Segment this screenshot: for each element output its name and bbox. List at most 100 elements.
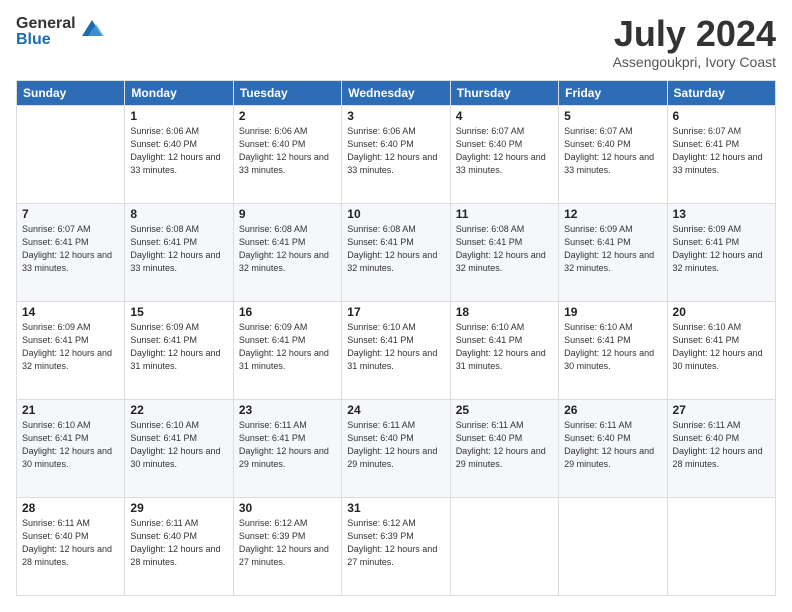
calendar-cell: 3Sunrise: 6:06 AMSunset: 6:40 PMDaylight… [342, 106, 450, 204]
day-info: Sunrise: 6:07 AMSunset: 6:41 PMDaylight:… [673, 125, 770, 177]
title-block: July 2024 Assengoukpri, Ivory Coast [613, 16, 776, 70]
day-info: Sunrise: 6:10 AMSunset: 6:41 PMDaylight:… [673, 321, 770, 373]
week-row-1: 1 Sunrise: 6:06 AMSunset: 6:40 PMDaylight… [17, 106, 776, 204]
day-info: Sunrise: 6:11 AMSunset: 6:40 PMDaylight:… [673, 419, 770, 471]
day-number: 15 [130, 305, 227, 319]
calendar-cell: 21 Sunrise: 6:10 AMSunset: 6:41 PMDayligh… [17, 400, 125, 498]
day-info: Sunrise: 6:06 AMSunset: 6:40 PMDaylight:… [347, 125, 444, 177]
calendar-cell: 17 Sunrise: 6:10 AMSunset: 6:41 PMDayligh… [342, 302, 450, 400]
calendar-cell: 29 Sunrise: 6:11 AMSunset: 6:40 PMDayligh… [125, 498, 233, 596]
day-number: 5 [564, 109, 661, 123]
header-tuesday: Tuesday [233, 81, 341, 106]
day-number: 29 [130, 501, 227, 515]
week-row-5: 28 Sunrise: 6:11 AMSunset: 6:40 PMDayligh… [17, 498, 776, 596]
day-info: Sunrise: 6:09 AMSunset: 6:41 PMDaylight:… [22, 321, 119, 373]
day-number: 26 [564, 403, 661, 417]
day-info: Sunrise: 6:09 AMSunset: 6:41 PMDaylight:… [564, 223, 661, 275]
location-title: Assengoukpri, Ivory Coast [613, 54, 776, 70]
calendar-cell: 30 Sunrise: 6:12 AMSunset: 6:39 PMDayligh… [233, 498, 341, 596]
day-number: 24 [347, 403, 444, 417]
logo-blue: Blue [16, 32, 76, 48]
day-info: Sunrise: 6:08 AMSunset: 6:41 PMDaylight:… [130, 223, 227, 275]
day-info: Sunrise: 6:10 AMSunset: 6:41 PMDaylight:… [130, 419, 227, 471]
header: General Blue July 2024 Assengoukpri, Ivo… [16, 16, 776, 70]
calendar-table: Sunday Monday Tuesday Wednesday Thursday… [16, 80, 776, 596]
day-info: Sunrise: 6:12 AMSunset: 6:39 PMDaylight:… [239, 517, 336, 569]
day-number: 10 [347, 207, 444, 221]
day-info: Sunrise: 6:06 AMSunset: 6:40 PMDaylight:… [130, 125, 227, 177]
day-number: 17 [347, 305, 444, 319]
calendar-page: General Blue July 2024 Assengoukpri, Ivo… [0, 0, 792, 612]
calendar-cell: 4Sunrise: 6:07 AMSunset: 6:40 PMDaylight… [450, 106, 558, 204]
day-number: 23 [239, 403, 336, 417]
day-number: 31 [347, 501, 444, 515]
day-info: Sunrise: 6:11 AMSunset: 6:40 PMDaylight:… [130, 517, 227, 569]
day-info: Sunrise: 6:11 AMSunset: 6:40 PMDaylight:… [456, 419, 553, 471]
calendar-cell: 25 Sunrise: 6:11 AMSunset: 6:40 PMDayligh… [450, 400, 558, 498]
day-number: 25 [456, 403, 553, 417]
day-number: 11 [456, 207, 553, 221]
calendar-cell: 26 Sunrise: 6:11 AMSunset: 6:40 PMDayligh… [559, 400, 667, 498]
day-info: Sunrise: 6:08 AMSunset: 6:41 PMDaylight:… [456, 223, 553, 275]
day-info: Sunrise: 6:10 AMSunset: 6:41 PMDaylight:… [347, 321, 444, 373]
week-row-4: 21 Sunrise: 6:10 AMSunset: 6:41 PMDayligh… [17, 400, 776, 498]
day-info: Sunrise: 6:10 AMSunset: 6:41 PMDaylight:… [456, 321, 553, 373]
day-info: Sunrise: 6:06 AMSunset: 6:40 PMDaylight:… [239, 125, 336, 177]
day-info: Sunrise: 6:09 AMSunset: 6:41 PMDaylight:… [673, 223, 770, 275]
day-info: Sunrise: 6:08 AMSunset: 6:41 PMDaylight:… [239, 223, 336, 275]
day-info: Sunrise: 6:09 AMSunset: 6:41 PMDaylight:… [130, 321, 227, 373]
day-number: 27 [673, 403, 770, 417]
calendar-cell: 8 Sunrise: 6:08 AMSunset: 6:41 PMDaylight… [125, 204, 233, 302]
day-info: Sunrise: 6:11 AMSunset: 6:41 PMDaylight:… [239, 419, 336, 471]
day-number: 28 [22, 501, 119, 515]
day-number: 13 [673, 207, 770, 221]
header-monday: Monday [125, 81, 233, 106]
calendar-cell: 19Sunrise: 6:10 AMSunset: 6:41 PMDayligh… [559, 302, 667, 400]
day-number: 7 [22, 207, 119, 221]
day-number: 22 [130, 403, 227, 417]
day-number: 16 [239, 305, 336, 319]
week-row-2: 7 Sunrise: 6:07 AMSunset: 6:41 PMDaylight… [17, 204, 776, 302]
day-number: 18 [456, 305, 553, 319]
calendar-cell [450, 498, 558, 596]
calendar-cell: 16 Sunrise: 6:09 AMSunset: 6:41 PMDayligh… [233, 302, 341, 400]
day-number: 2 [239, 109, 336, 123]
day-info: Sunrise: 6:10 AMSunset: 6:41 PMDaylight:… [22, 419, 119, 471]
day-number: 9 [239, 207, 336, 221]
calendar-cell: 23 Sunrise: 6:11 AMSunset: 6:41 PMDayligh… [233, 400, 341, 498]
day-number: 8 [130, 207, 227, 221]
day-number: 19 [564, 305, 661, 319]
day-number: 30 [239, 501, 336, 515]
calendar-cell [667, 498, 775, 596]
day-info: Sunrise: 6:11 AMSunset: 6:40 PMDaylight:… [347, 419, 444, 471]
day-number: 20 [673, 305, 770, 319]
calendar-cell: 13 Sunrise: 6:09 AMSunset: 6:41 PMDayligh… [667, 204, 775, 302]
calendar-cell: 22 Sunrise: 6:10 AMSunset: 6:41 PMDayligh… [125, 400, 233, 498]
calendar-cell: 7 Sunrise: 6:07 AMSunset: 6:41 PMDaylight… [17, 204, 125, 302]
day-number: 6 [673, 109, 770, 123]
day-info: Sunrise: 6:09 AMSunset: 6:41 PMDaylight:… [239, 321, 336, 373]
day-number: 1 [130, 109, 227, 123]
day-info: Sunrise: 6:07 AMSunset: 6:40 PMDaylight:… [564, 125, 661, 177]
calendar-cell: 20 Sunrise: 6:10 AMSunset: 6:41 PMDayligh… [667, 302, 775, 400]
calendar-cell: 24 Sunrise: 6:11 AMSunset: 6:40 PMDayligh… [342, 400, 450, 498]
day-info: Sunrise: 6:08 AMSunset: 6:41 PMDaylight:… [347, 223, 444, 275]
calendar-cell: 6 Sunrise: 6:07 AMSunset: 6:41 PMDaylight… [667, 106, 775, 204]
day-info: Sunrise: 6:07 AMSunset: 6:41 PMDaylight:… [22, 223, 119, 275]
calendar-cell: 27 Sunrise: 6:11 AMSunset: 6:40 PMDayligh… [667, 400, 775, 498]
calendar-cell: 11 Sunrise: 6:08 AMSunset: 6:41 PMDayligh… [450, 204, 558, 302]
logo-general: General [16, 16, 76, 32]
day-number: 14 [22, 305, 119, 319]
day-info: Sunrise: 6:11 AMSunset: 6:40 PMDaylight:… [22, 517, 119, 569]
calendar-cell: 2 Sunrise: 6:06 AMSunset: 6:40 PMDaylight… [233, 106, 341, 204]
calendar-cell: 15 Sunrise: 6:09 AMSunset: 6:41 PMDayligh… [125, 302, 233, 400]
day-info: Sunrise: 6:11 AMSunset: 6:40 PMDaylight:… [564, 419, 661, 471]
logo: General Blue [16, 16, 106, 48]
weekday-header-row: Sunday Monday Tuesday Wednesday Thursday… [17, 81, 776, 106]
calendar-cell: 28 Sunrise: 6:11 AMSunset: 6:40 PMDayligh… [17, 498, 125, 596]
day-number: 21 [22, 403, 119, 417]
month-title: July 2024 [613, 16, 776, 52]
calendar-cell: 10 Sunrise: 6:08 AMSunset: 6:41 PMDayligh… [342, 204, 450, 302]
header-thursday: Thursday [450, 81, 558, 106]
logo-text: General Blue [16, 16, 76, 48]
